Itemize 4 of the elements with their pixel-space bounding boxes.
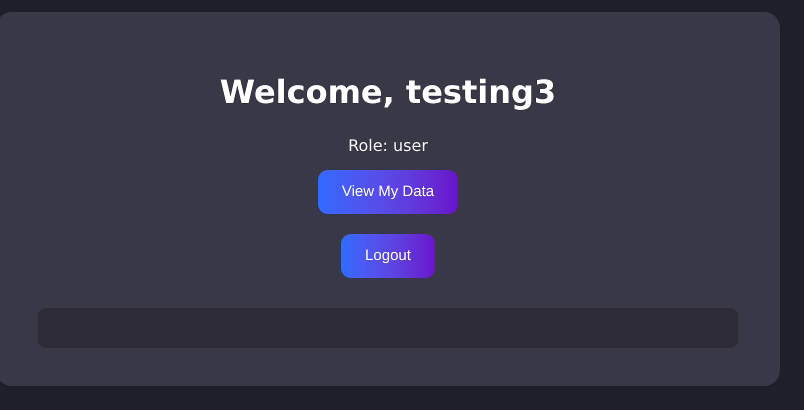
action-button[interactable]: Logout (341, 234, 435, 278)
action-button[interactable]: View My Data (318, 170, 458, 214)
welcome-heading: Welcome, testing3 (220, 72, 556, 112)
role-text: Role: user (348, 135, 428, 157)
